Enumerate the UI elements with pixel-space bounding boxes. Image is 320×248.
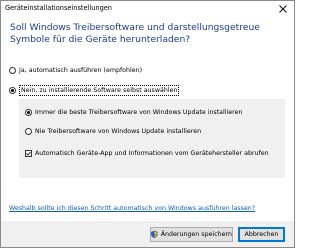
device-installation-settings-dialog: Geräteinstallationseinstellungen Soll Wi… [0, 0, 295, 248]
save-changes-label: Änderungen speichern [160, 231, 232, 238]
why-automatic-link[interactable]: Weshalb sollte ich diesen Schritt automa… [9, 205, 255, 212]
cancel-label: Abbrechen [244, 231, 279, 238]
radio-never[interactable] [25, 128, 32, 135]
radio-auto-label: Ja, automatisch ausführen (empfohlen) [19, 67, 143, 74]
radio-best-driver-option[interactable]: Immer die beste Treibersoftware von Wind… [25, 109, 242, 116]
radio-best-driver[interactable] [25, 109, 32, 116]
window-title: Geräteinstallationseinstellungen [5, 4, 112, 12]
radio-manual-label: Nein, zu installierende Software selbst … [19, 85, 180, 96]
checkbox-app-info-label: Automatisch Geräte-App und Informationen… [35, 150, 269, 157]
radio-best-driver-label: Immer die beste Treibersoftware von Wind… [35, 109, 243, 116]
checkbox-app-info[interactable] [25, 150, 32, 157]
uac-shield-icon [151, 230, 158, 239]
checkmark-icon [26, 151, 31, 156]
radio-manual-option[interactable]: Nein, zu installierende Software selbst … [9, 85, 180, 96]
title-bar: Geräteinstallationseinstellungen [1, 1, 294, 17]
radio-never-option[interactable]: Nie Treibersoftware von Windows Update i… [25, 128, 201, 135]
radio-auto-option[interactable]: Ja, automatisch ausführen (empfohlen) [9, 67, 142, 74]
checkbox-app-info-option[interactable]: Automatisch Geräte-App und Informationen… [25, 150, 269, 157]
dialog-heading: Soll Windows Treibersoftware und darstel… [10, 22, 260, 45]
radio-manual[interactable] [9, 87, 16, 94]
close-button[interactable] [272, 1, 294, 17]
save-changes-button[interactable]: Änderungen speichern [150, 227, 233, 242]
radio-auto[interactable] [9, 67, 16, 74]
radio-never-label: Nie Treibersoftware von Windows Update i… [35, 128, 202, 135]
close-icon [279, 5, 287, 13]
cancel-button[interactable]: Abbrechen [238, 227, 285, 242]
